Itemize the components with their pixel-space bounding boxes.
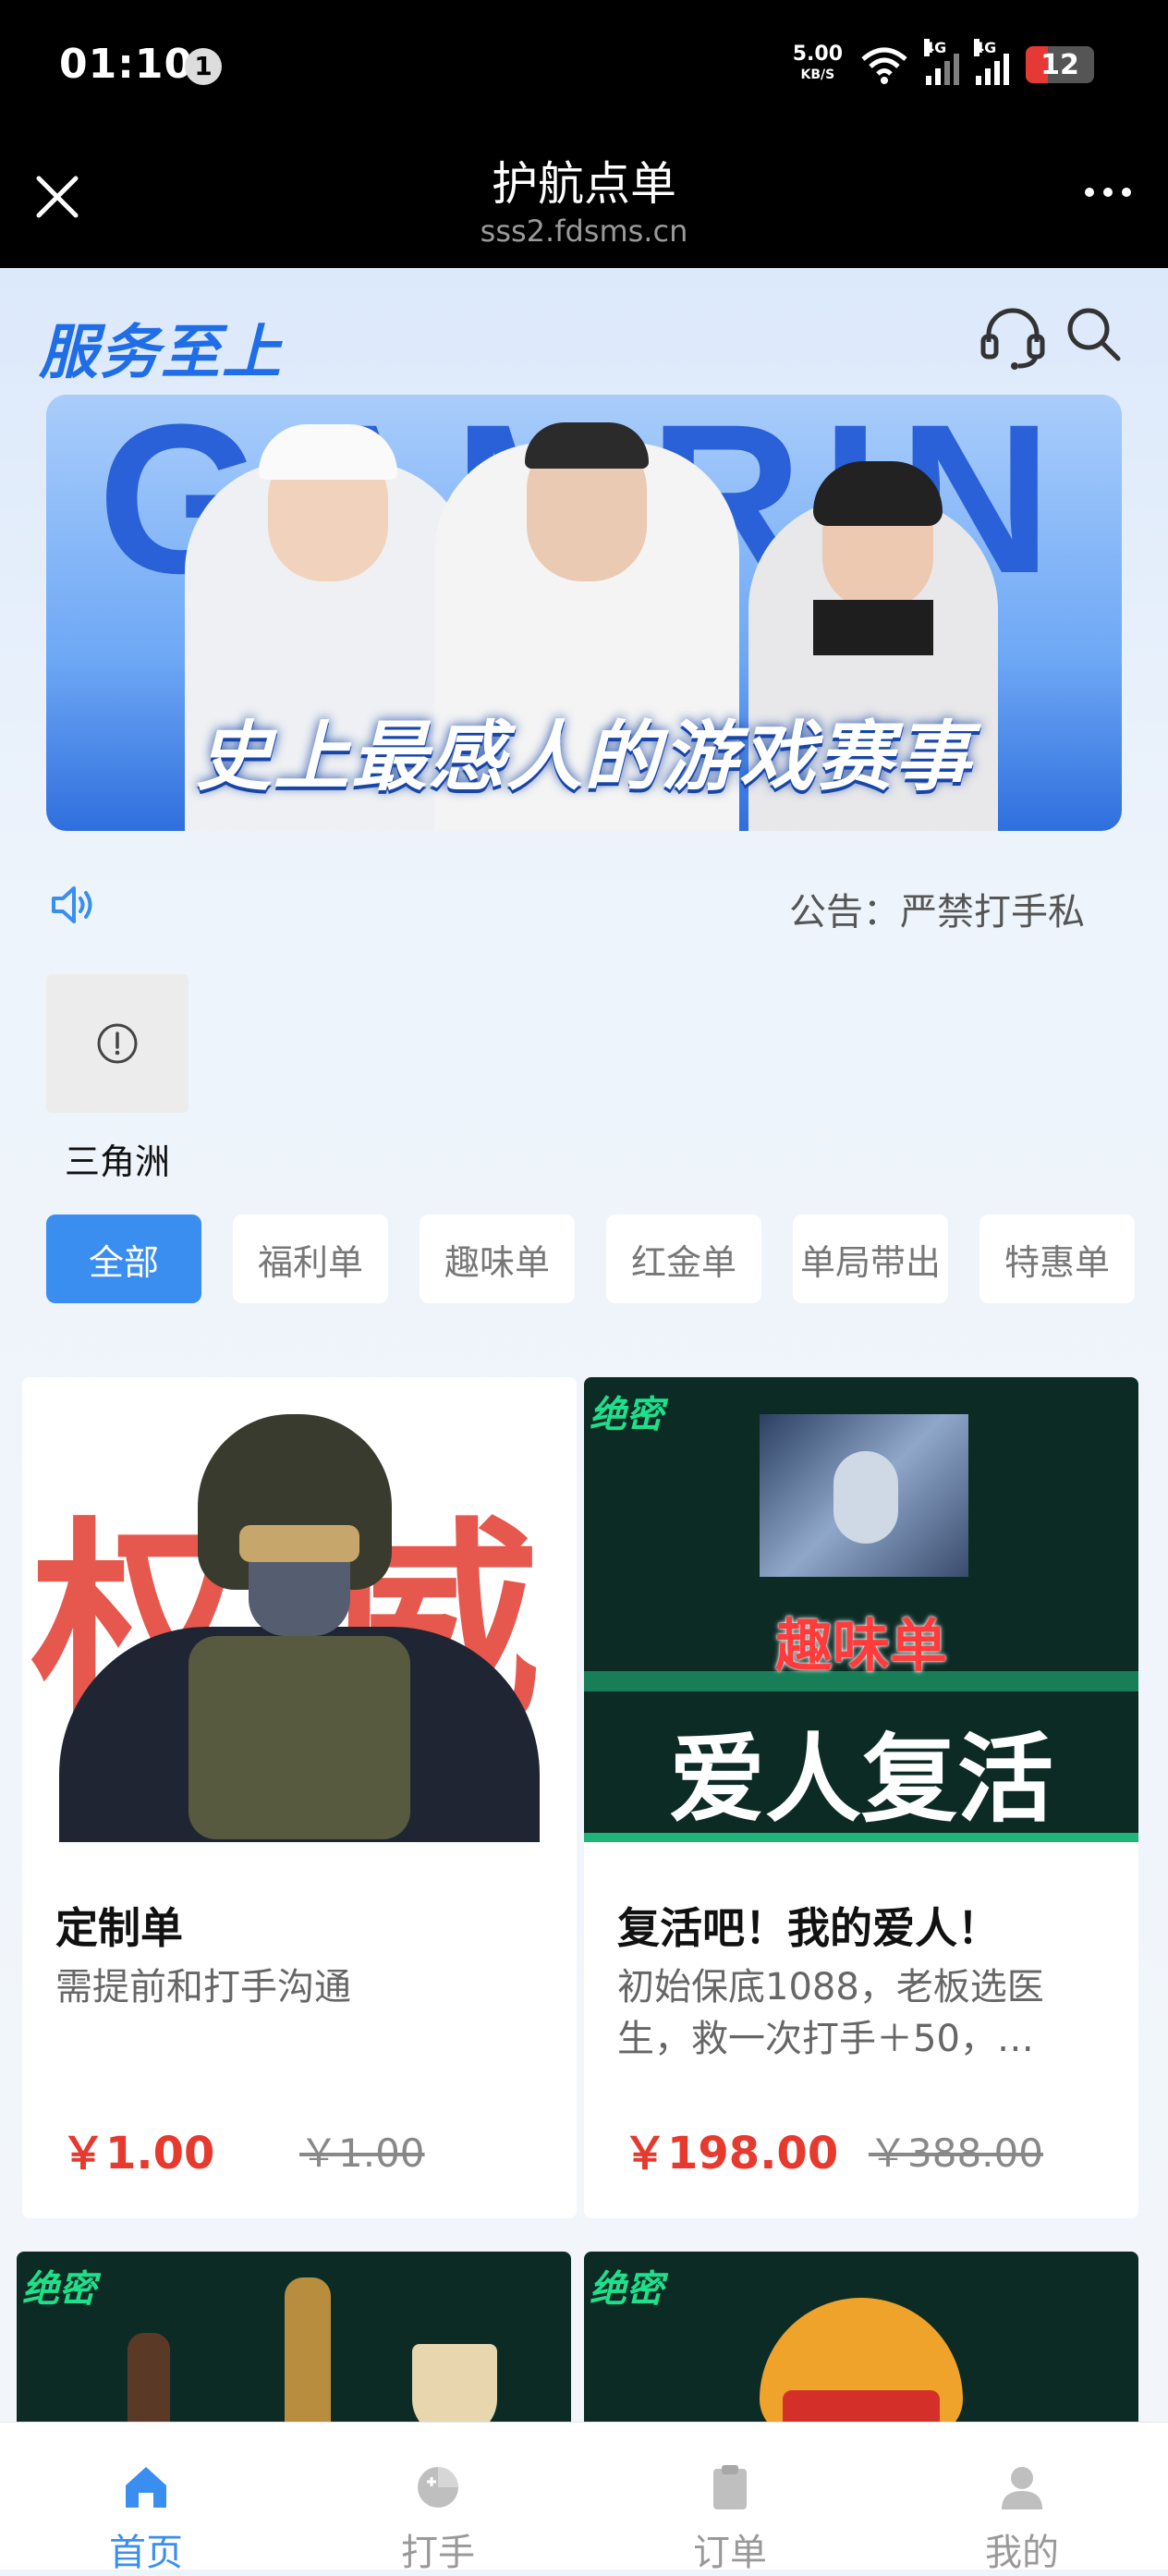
category-item[interactable]: 三角洲 bbox=[46, 974, 189, 1184]
status-indicators: 5.00 KB/S 4G 4G 12 bbox=[793, 39, 1094, 89]
page-title: 护航点单 bbox=[492, 157, 676, 211]
title-bar: 护航点单 sss2.fdsms.cn bbox=[0, 134, 1168, 268]
more-dot-icon bbox=[1085, 188, 1094, 197]
main-content[interactable]: 服务至上 GAMRIN 史上最感人的游戏赛事 公告：严禁打手私 bbox=[0, 268, 1168, 2422]
sim2-type: 4G bbox=[974, 39, 997, 56]
more-options-button[interactable] bbox=[1085, 188, 1131, 197]
image-badge: 绝密 bbox=[590, 1394, 663, 1436]
product-description: 需提前和打手沟通 bbox=[55, 1966, 351, 2008]
battery-level: 12 bbox=[1040, 48, 1079, 81]
tab-red-gold[interactable]: 红金单 bbox=[606, 1215, 761, 1303]
tab-special-offer[interactable]: 特惠单 bbox=[979, 1215, 1135, 1303]
nav-orders-label: 订单 bbox=[693, 2532, 767, 2574]
nav-profile[interactable]: 我的 bbox=[876, 2423, 1168, 2574]
network-speed-unit: KB/S bbox=[800, 67, 835, 82]
image-subtitle: 趣味单 bbox=[774, 1612, 947, 1679]
product-original-price: ￥388.00 bbox=[869, 2130, 1043, 2176]
product-card[interactable]: 绝密 趣味单 爱人复活 复活吧！我的爱人！ 初始保底1088，老板选医生，救一次… bbox=[584, 1377, 1138, 2218]
category-label: 三角洲 bbox=[64, 1141, 170, 1182]
nav-orders[interactable]: 订单 bbox=[584, 2423, 876, 2574]
nav-profile-label: 我的 bbox=[985, 2532, 1059, 2574]
brand-logo: 服务至上 bbox=[39, 319, 283, 387]
product-original-price: ￥1.00 bbox=[299, 2130, 425, 2176]
product-title: 定制单 bbox=[55, 1903, 183, 1953]
image-title: 爱人复活 bbox=[668, 1723, 1053, 1836]
tab-fun[interactable]: 趣味单 bbox=[420, 1215, 575, 1303]
image-badge: 绝密 bbox=[22, 2268, 96, 2311]
gamepad-icon bbox=[418, 2467, 458, 2508]
tab-welfare[interactable]: 福利单 bbox=[233, 1215, 388, 1303]
nav-home[interactable]: 首页 bbox=[0, 2423, 292, 2574]
product-price: ￥1.00 bbox=[61, 2128, 215, 2179]
status-time: 01:10 bbox=[59, 41, 194, 88]
product-card[interactable]: 绝密 bbox=[17, 2252, 571, 2422]
signal-sim2-icon: 4G bbox=[974, 39, 1009, 85]
notice-text[interactable]: 公告：严禁打手私 bbox=[789, 882, 1085, 935]
speaker-icon bbox=[52, 886, 92, 923]
customer-service-icon[interactable] bbox=[978, 301, 1048, 372]
more-dot-icon bbox=[1103, 188, 1113, 197]
tab-single-round[interactable]: 单局带出 bbox=[793, 1215, 948, 1303]
alert-circle-icon bbox=[97, 1023, 138, 1064]
nav-players[interactable]: 打手 bbox=[292, 2423, 584, 2574]
battery-icon: 12 bbox=[1026, 46, 1094, 83]
product-title: 复活吧！我的爱人！ bbox=[617, 1903, 1000, 1953]
sim1-type: 4G bbox=[924, 39, 947, 56]
promo-banner[interactable]: GAMRIN 史上最感人的游戏赛事 bbox=[46, 395, 1122, 831]
nav-home-label: 首页 bbox=[109, 2532, 183, 2574]
product-image: 绝密 趣味单 爱人复活 bbox=[584, 1377, 1138, 1842]
user-icon bbox=[1002, 2467, 1042, 2509]
filter-tabs: 全部 福利单 趣味单 红金单 单局带出 特惠单 bbox=[46, 1215, 1135, 1303]
image-badge: 绝密 bbox=[590, 2268, 663, 2311]
search-icon[interactable] bbox=[1063, 303, 1125, 366]
wifi-icon bbox=[861, 47, 907, 84]
home-icon bbox=[126, 2467, 166, 2508]
product-card[interactable]: 绝密 bbox=[584, 2252, 1138, 2422]
product-description: 初始保底1088，老板选医生，救一次打手＋50，… bbox=[617, 1966, 1044, 2060]
clipboard-icon bbox=[713, 2465, 747, 2509]
status-bar: 01:10 1 5.00 KB/S 4G 4G 12 bbox=[0, 0, 1168, 134]
tab-all[interactable]: 全部 bbox=[46, 1215, 201, 1303]
category-image-placeholder bbox=[46, 974, 189, 1113]
nav-players-label: 打手 bbox=[401, 2532, 475, 2574]
network-speed-value: 5.00 bbox=[792, 43, 843, 66]
product-image: 权 威 bbox=[22, 1377, 577, 1842]
more-dot-icon bbox=[1122, 188, 1131, 197]
page-url: sss2.fdsms.cn bbox=[480, 214, 688, 249]
product-card[interactable]: 权 威 定制单 需提前和打手沟通 ￥1.00 ￥1.00 bbox=[22, 1377, 577, 2218]
signal-sim1-icon: 4G bbox=[924, 39, 959, 85]
bottom-navigation: 首页 打手 订单 我的 bbox=[0, 2422, 1168, 2574]
product-price: ￥198.00 bbox=[623, 2128, 839, 2179]
banner-caption: 史上最感人的游戏赛事 bbox=[196, 714, 972, 801]
network-speed: 5.00 KB/S bbox=[793, 44, 843, 85]
notification-badge: 1 bbox=[185, 48, 222, 85]
